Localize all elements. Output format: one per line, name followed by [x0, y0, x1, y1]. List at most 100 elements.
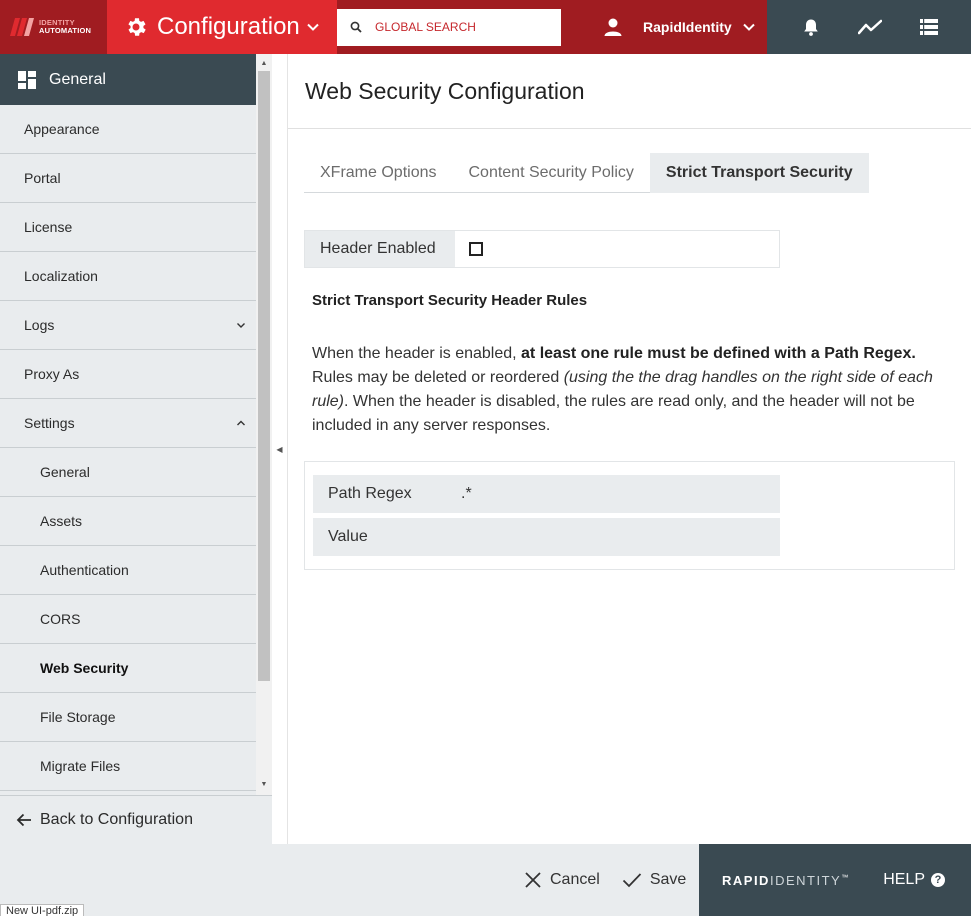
- sidebar-item-license[interactable]: License: [0, 203, 256, 252]
- sidebar-item-file-storage[interactable]: File Storage: [0, 693, 256, 742]
- user-name: RapidIdentity: [643, 19, 732, 35]
- sidebar-item-logs[interactable]: Logs: [0, 301, 256, 350]
- sidebar-item-label: Proxy As: [24, 366, 80, 382]
- sidebar-header-general[interactable]: General: [0, 54, 256, 105]
- sidebar-item-cors[interactable]: CORS: [0, 595, 256, 644]
- brand-text: IDENTITY AUTOMATION: [39, 19, 91, 35]
- sidebar-item-migrate-files[interactable]: Migrate Files: [0, 742, 256, 791]
- search-icon: [350, 21, 362, 33]
- chevron-up-icon: [237, 420, 245, 426]
- global-search[interactable]: [337, 8, 561, 46]
- sidebar-item-authentication[interactable]: Authentication: [0, 546, 256, 595]
- save-button[interactable]: Save: [622, 871, 686, 889]
- back-to-configuration-link[interactable]: Back to Configuration: [0, 795, 272, 844]
- bell-icon: [803, 19, 818, 36]
- rule-row-value: Value: [313, 518, 780, 556]
- activity-icon: [857, 19, 882, 35]
- sidebar-item-general[interactable]: General: [0, 448, 256, 497]
- sidebar-item-label: CORS: [40, 611, 81, 627]
- page-header: Web Security Configuration: [288, 54, 971, 129]
- sidebar-item-label: Assets: [40, 513, 83, 529]
- sidebar-item-label: Logs: [24, 317, 55, 333]
- path-regex-input[interactable]: [461, 485, 751, 503]
- brand-line2: AUTOMATION: [39, 26, 92, 35]
- main-content: Web Security Configuration XFrame Option…: [288, 54, 971, 844]
- module-switcher[interactable]: Configuration: [107, 0, 337, 54]
- header-enabled-row: Header Enabled: [304, 230, 780, 268]
- top-icons: [767, 0, 971, 54]
- footer-brand-bar: RAPIDIDENTITY™ HELP ?: [699, 844, 971, 916]
- sidebar-item-label: Authentication: [40, 562, 129, 578]
- tab-content-security-policy[interactable]: Content Security Policy: [452, 153, 649, 193]
- sidebar-item-assets[interactable]: Assets: [0, 497, 256, 546]
- activity-button[interactable]: [857, 15, 882, 39]
- header-enabled-checkbox[interactable]: [469, 242, 483, 256]
- header-enabled-checkbox-cell: [455, 231, 483, 267]
- scroll-up-arrow-icon[interactable]: ▲: [258, 57, 270, 69]
- desc-part-2: Rules may be deleted or reordered: [312, 369, 564, 386]
- desc-part-1: When the header is enabled,: [312, 345, 522, 362]
- value-input[interactable]: [461, 528, 751, 546]
- sidebar-item-appearance[interactable]: Appearance: [0, 105, 256, 154]
- scroll-down-arrow-icon[interactable]: ▼: [258, 778, 270, 790]
- back-to-configuration-label: Back to Configuration: [40, 811, 193, 828]
- help-label: HELP: [883, 871, 925, 888]
- rule-card: Path Regex Value: [304, 461, 955, 570]
- checkmark-icon: [622, 873, 641, 888]
- sidebar-item-label: Appearance: [24, 121, 100, 137]
- module-title: Configuration: [157, 13, 300, 40]
- search-area: RapidIdentity: [337, 0, 767, 54]
- collapse-left-icon: ◀: [276, 444, 283, 454]
- list-button[interactable]: [917, 15, 941, 39]
- page-title: Web Security Configuration: [305, 77, 585, 104]
- notifications-button[interactable]: [799, 15, 823, 39]
- sidebar: General Appearance Portal License Localizat…: [0, 54, 272, 844]
- brand-logo-group: IDENTITY AUTOMATION: [10, 16, 91, 38]
- cancel-label: Cancel: [550, 871, 600, 888]
- user-menu[interactable]: RapidIdentity: [603, 17, 756, 37]
- desc-bold-1: at least one rule must be defined with a…: [521, 345, 916, 362]
- rules-description: When the header is enabled, at least one…: [312, 342, 957, 438]
- tab-bar: XFrame Options Content Security Policy Str…: [304, 153, 869, 193]
- sidebar-collapse-handle[interactable]: ◀: [272, 54, 288, 844]
- cancel-button[interactable]: Cancel: [524, 871, 600, 889]
- rule-row-path-regex: Path Regex: [313, 475, 780, 513]
- arrow-left-icon: [16, 813, 31, 827]
- sidebar-item-label: Web Security: [40, 660, 129, 676]
- chevron-down-icon: [742, 23, 755, 31]
- sidebar-item-web-security[interactable]: Web Security: [0, 644, 256, 693]
- header-enabled-label: Header Enabled: [305, 231, 455, 267]
- save-label: Save: [649, 871, 687, 888]
- sidebar-header-label: General: [49, 70, 106, 88]
- sidebar-item-label: License: [24, 219, 73, 235]
- sidebar-item-localization[interactable]: Localization: [0, 252, 256, 301]
- rid-tm: ™: [841, 874, 850, 882]
- sidebar-item-label: Migrate Files: [40, 758, 121, 774]
- sidebar-item-portal[interactable]: Portal: [0, 154, 256, 203]
- tab-xframe-options[interactable]: XFrame Options: [304, 153, 452, 193]
- global-search-input[interactable]: [375, 20, 555, 34]
- rid-bold: RAPID: [722, 872, 770, 888]
- gear-icon: [128, 18, 146, 36]
- sidebar-item-label: Settings: [24, 415, 75, 431]
- rule-key-value: Value: [328, 528, 368, 545]
- rule-key-path-regex: Path Regex: [328, 485, 412, 502]
- top-bar: IDENTITY AUTOMATION Configuration Rapi: [0, 0, 971, 54]
- tab-strict-transport-security[interactable]: Strict Transport Security: [649, 153, 869, 193]
- footer: Cancel Save RAPIDIDENTITY™ HELP ?: [0, 844, 971, 916]
- sidebar-item-settings[interactable]: Settings: [0, 399, 256, 448]
- sidebar-item-label: General: [40, 464, 90, 480]
- rapididentity-wordmark: RAPIDIDENTITY™: [722, 873, 850, 888]
- list-icon: [920, 19, 939, 35]
- rules-section-title: Strict Transport Security Header Rules: [312, 292, 588, 309]
- sidebar-scrollbar-thumb[interactable]: [258, 71, 270, 681]
- help-button[interactable]: HELP ?: [883, 871, 945, 889]
- brand-logo[interactable]: IDENTITY AUTOMATION: [0, 0, 107, 54]
- chevron-down-icon: [237, 323, 245, 328]
- sidebar-item-label: File Storage: [40, 709, 116, 725]
- sidebar-item-label: Portal: [24, 170, 61, 186]
- user-icon: [604, 18, 622, 36]
- sidebar-item-label: Localization: [24, 268, 98, 284]
- footer-actions: Cancel Save: [524, 844, 708, 916]
- sidebar-item-proxy-as[interactable]: Proxy As: [0, 350, 256, 399]
